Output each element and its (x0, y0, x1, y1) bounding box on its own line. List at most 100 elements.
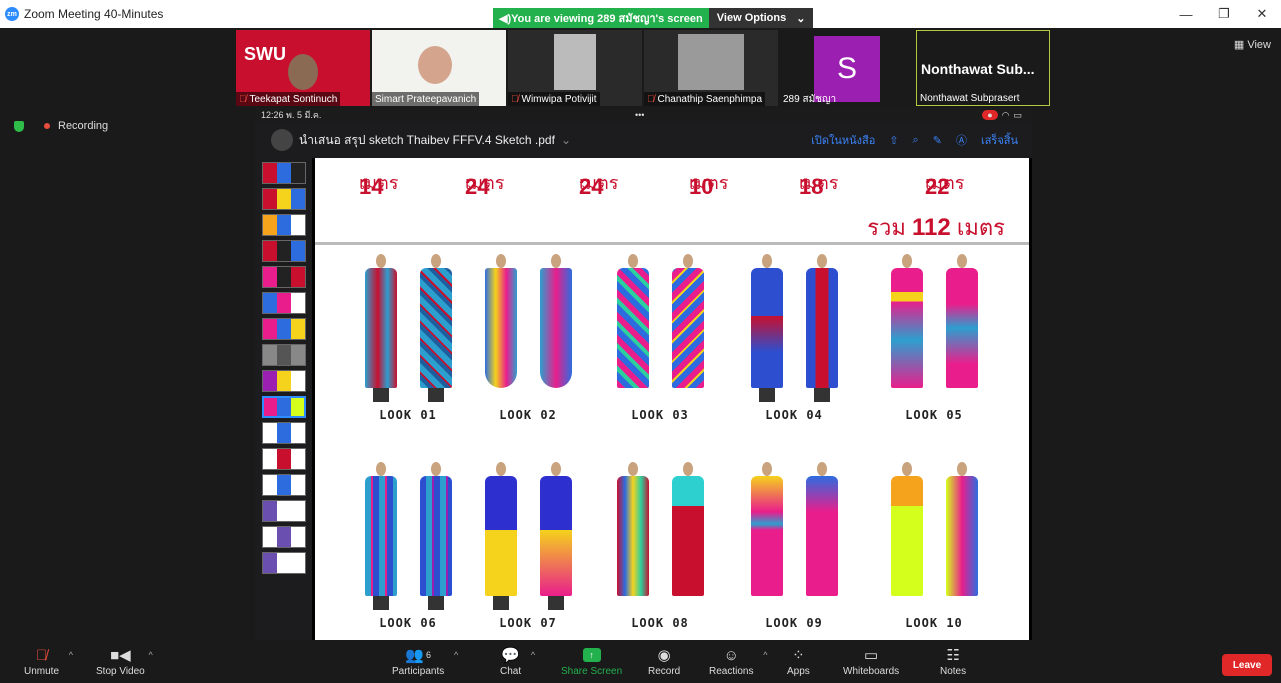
fashion-figure (536, 462, 576, 610)
record-button[interactable]: ◉ Record (648, 644, 680, 677)
participant-video (554, 34, 596, 90)
look-sketch (605, 462, 715, 610)
share-icon[interactable]: ⇧ (889, 134, 898, 147)
meter-value: 10 เมตร (689, 173, 729, 199)
share-screen-button[interactable]: ↑ Share Screen (561, 644, 622, 677)
participant-name: 🎙̸ Teekapat Sontinuch (236, 92, 341, 106)
chevron-up-icon[interactable]: ^ (149, 650, 153, 660)
fashion-figure (416, 462, 456, 610)
stop-video-button[interactable]: ■◀ Stop Video ^ (96, 644, 153, 677)
look-card: LOOK 10 (879, 462, 989, 630)
maximize-button[interactable]: ❐ (1205, 0, 1243, 28)
window-controls: — ❐ ✕ (1167, 0, 1281, 28)
page-thumbnail[interactable] (262, 474, 306, 496)
minimize-button[interactable]: — (1167, 0, 1205, 28)
look-card: LOOK 02 (473, 254, 583, 422)
page-thumbnail[interactable] (262, 422, 306, 444)
back-button[interactable] (271, 129, 293, 151)
recording-indicator[interactable]: Recording (14, 120, 108, 132)
look-sketch (879, 254, 989, 402)
divider (315, 242, 1029, 245)
apps-button[interactable]: ⁘ Apps (787, 644, 810, 677)
chat-icon: 💬 (501, 647, 520, 664)
chevron-up-icon[interactable]: ^ (454, 650, 458, 660)
look-card: LOOK 04 (739, 254, 849, 422)
fashion-figure (942, 254, 982, 402)
look-sketch (473, 254, 583, 402)
page-thumbnail[interactable] (262, 188, 306, 210)
pdf-toolbar: นำเสนอ สรุป sketch Thaibev FFFV.4 Sketch… (255, 122, 1032, 158)
fashion-figure (747, 462, 787, 610)
unmute-button[interactable]: 🎙̸ Unmute ^ (24, 644, 73, 678)
page-thumbnail[interactable] (262, 240, 306, 262)
view-options-button[interactable]: View Options ⌄ (708, 8, 814, 28)
shared-screen[interactable]: 12:26 พ. 5 มี.ค. ••• ● ◠ ▭ นำเสนอ สรุป s… (255, 108, 1032, 644)
close-button[interactable]: ✕ (1243, 0, 1281, 28)
muted-mic-icon: 🎙̸ (35, 646, 48, 664)
view-button[interactable]: ▦ View (1234, 38, 1271, 51)
participant-tile[interactable]: 🎙̸ Wimwipa Potivijit (508, 30, 642, 106)
meter-value: 24 เมตร (579, 173, 619, 199)
participant-face (288, 54, 318, 90)
fashion-figure (481, 254, 521, 402)
page-thumbnail[interactable] (262, 318, 306, 340)
look-card: LOOK 06 (353, 462, 463, 630)
chat-button[interactable]: 💬 Chat ^ (500, 644, 535, 677)
search-icon[interactable]: ⌕ (913, 134, 919, 147)
fashion-figure (361, 254, 401, 402)
participant-tile[interactable]: Simart Prateepavanich (372, 30, 506, 106)
notes-button[interactable]: ☷ Notes (940, 644, 966, 677)
look-card: LOOK 05 (879, 254, 989, 422)
meeting-area: SWU 🎙̸ Teekapat Sontinuch Simart Prateepa… (0, 28, 1281, 644)
reactions-icon: ☺ (723, 646, 739, 664)
meter-value: 18 เมตร (799, 173, 839, 199)
share-speaker-icon: ◀) (499, 12, 512, 25)
muted-mic-icon: 🎙̸ (647, 93, 655, 105)
page-thumbnail[interactable] (262, 448, 306, 470)
fashion-figure (942, 462, 982, 610)
pdf-title[interactable]: นำเสนอ สรุป sketch Thaibev FFFV.4 Sketch… (299, 131, 555, 150)
fashion-figure (668, 462, 708, 610)
look-card: LOOK 03 (605, 254, 715, 422)
participant-name: 289 สมัชญา (783, 93, 837, 105)
page-thumbnail[interactable] (262, 552, 306, 574)
reactions-button[interactable]: ☺ Reactions ^ (709, 644, 767, 678)
page-thumbnail[interactable] (262, 344, 306, 366)
total-meters: รวม 112 เมตร (867, 214, 1005, 241)
pdf-page[interactable]: 14 เมตร 24 เมตร 24 เมตร 10 เมตร 18 เมตร 22 เมต… (315, 158, 1029, 644)
page-thumbnail[interactable] (262, 500, 306, 522)
page-thumbnail[interactable] (262, 162, 306, 184)
done-button[interactable]: เสร็จสิ้น (981, 131, 1018, 149)
participant-tile[interactable]: SWU 🎙̸ Teekapat Sontinuch (236, 30, 370, 106)
leave-button[interactable]: Leave (1222, 654, 1272, 676)
chevron-up-icon[interactable]: ^ (69, 650, 73, 660)
window-titlebar: zm Zoom Meeting 40-Minutes ◀) You are vie… (0, 0, 1281, 28)
chevron-up-icon[interactable]: ^ (763, 650, 767, 660)
annotate-icon[interactable]: Ⓐ (956, 132, 967, 148)
wifi-icon: ◠ (1001, 109, 1010, 120)
chevron-up-icon[interactable]: ^ (531, 650, 535, 660)
meters-row: 14 เมตร 24 เมตร 24 เมตร 10 เมตร 18 เมตร 22 เมต… (315, 162, 1029, 199)
look-sketch (739, 254, 849, 402)
participants-icon: 👥 6 (405, 647, 431, 664)
page-thumbnails (255, 158, 312, 644)
page-thumbnail[interactable] (262, 370, 306, 392)
chevron-down-icon: ⌄ (796, 12, 806, 25)
page-thumbnail[interactable] (262, 526, 306, 548)
look-card: LOOK 07 (473, 462, 583, 630)
page-thumbnail[interactable] (262, 292, 306, 314)
page-thumbnail[interactable] (262, 266, 306, 288)
page-thumbnail[interactable] (262, 214, 306, 236)
page-thumbnail-current[interactable] (262, 396, 306, 418)
participant-tile-active-speaker[interactable]: Nonthawat Sub... Nonthawat Subprasert (916, 30, 1050, 106)
markup-icon[interactable]: ✎ (933, 134, 942, 147)
fashion-figure (668, 254, 708, 402)
whiteboards-button[interactable]: ▭ Whiteboards (843, 644, 899, 677)
participant-tile[interactable]: S 289 สมัชญา (780, 30, 914, 106)
meeting-toolbar: 🎙̸ Unmute ^ ■◀ Stop Video ^ 👥 6 Participa… (0, 640, 1281, 683)
video-camera-icon: ■◀ (110, 647, 131, 664)
participants-button[interactable]: 👥 6 Participants ^ (392, 644, 458, 677)
participant-tile[interactable]: 🎙̸ Chanathip Saenphimpa (644, 30, 778, 106)
open-in-books-button[interactable]: เปิดในหนังสือ (811, 131, 875, 149)
status-icons: ● ◠ ▭ (982, 110, 1022, 121)
